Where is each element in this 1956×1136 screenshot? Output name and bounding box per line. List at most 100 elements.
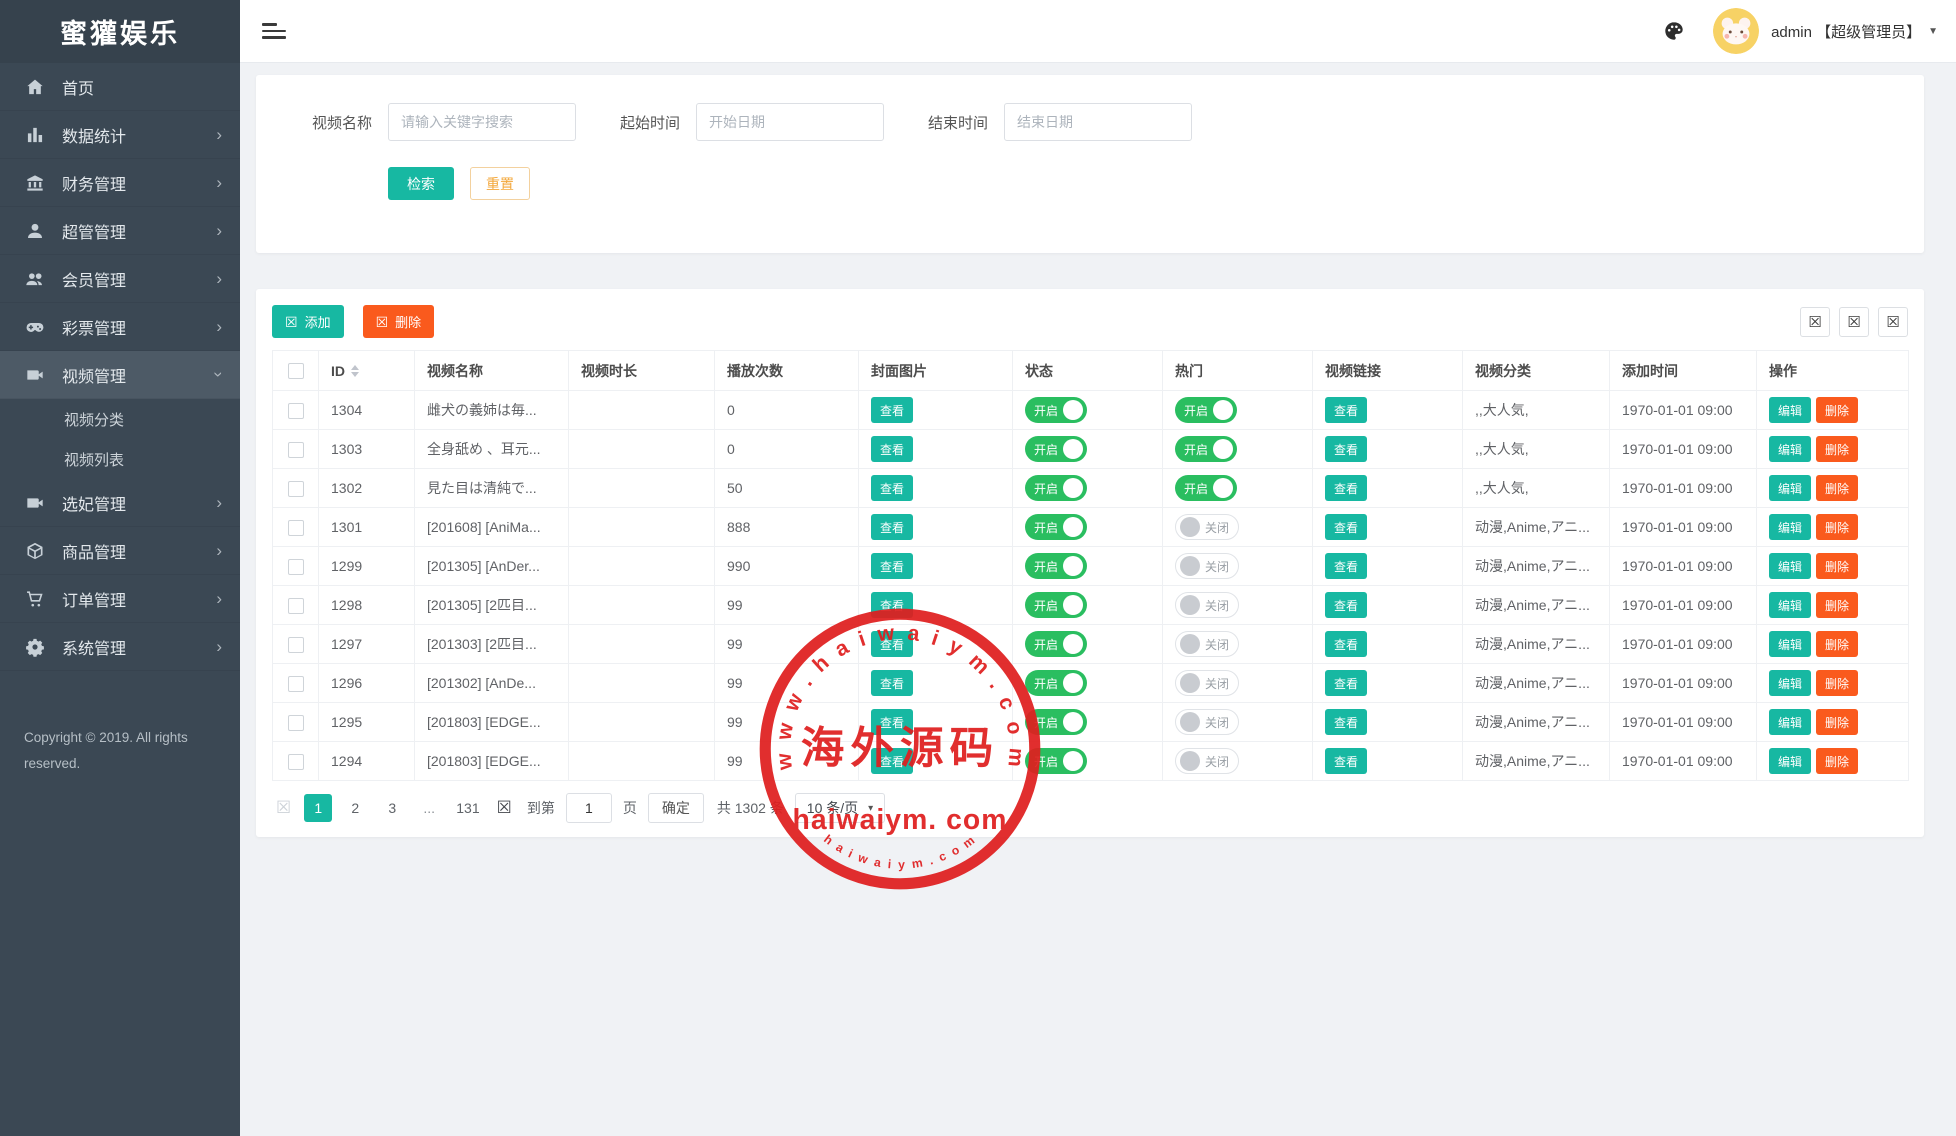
row-checkbox[interactable] (288, 598, 304, 614)
cover-view-button[interactable]: 查看 (871, 592, 913, 618)
search-button[interactable]: 检索 (388, 167, 454, 200)
edit-button[interactable]: 编辑 (1769, 631, 1811, 657)
cover-view-button[interactable]: 查看 (871, 709, 913, 735)
link-view-button[interactable]: 查看 (1325, 475, 1367, 501)
cover-view-button[interactable]: 查看 (871, 670, 913, 696)
row-checkbox[interactable] (288, 559, 304, 575)
delete-row-button[interactable]: 删除 (1816, 631, 1858, 657)
page-button-1[interactable]: 1 (304, 794, 332, 822)
row-checkbox[interactable] (288, 715, 304, 731)
row-checkbox[interactable] (288, 442, 304, 458)
toggle-off[interactable]: 关闭 (1175, 553, 1239, 579)
link-view-button[interactable]: 查看 (1325, 436, 1367, 462)
cover-view-button[interactable]: 查看 (871, 514, 913, 540)
add-button[interactable]: ☒ 添加 (272, 305, 344, 338)
reset-button[interactable]: 重置 (470, 167, 530, 200)
delete-row-button[interactable]: 删除 (1816, 514, 1858, 540)
delete-row-button[interactable]: 删除 (1816, 553, 1858, 579)
link-view-button[interactable]: 查看 (1325, 670, 1367, 696)
toggle-on[interactable]: 开启 (1025, 436, 1087, 462)
delete-row-button[interactable]: 删除 (1816, 592, 1858, 618)
cover-view-button[interactable]: 查看 (871, 436, 913, 462)
toggle-on[interactable]: 开启 (1025, 631, 1087, 657)
toggle-off[interactable]: 关闭 (1175, 592, 1239, 618)
delete-row-button[interactable]: 删除 (1816, 475, 1858, 501)
toggle-on[interactable]: 开启 (1175, 436, 1237, 462)
user-avatar[interactable] (1713, 8, 1759, 54)
edit-button[interactable]: 编辑 (1769, 748, 1811, 774)
toggle-on[interactable]: 开启 (1025, 748, 1087, 774)
confirm-page-button[interactable]: 确定 (648, 793, 704, 823)
sidebar-item-12[interactable]: 系统管理› (0, 623, 240, 671)
select-all-checkbox[interactable] (288, 363, 304, 379)
sidebar-item-0[interactable]: 首页 (0, 63, 240, 111)
sidebar-item-4[interactable]: 会员管理› (0, 255, 240, 303)
sidebar-item-9[interactable]: 选妃管理› (0, 479, 240, 527)
export-tool-icon[interactable]: ☒ (1878, 307, 1908, 337)
link-view-button[interactable]: 查看 (1325, 592, 1367, 618)
sidebar-subitem-7[interactable]: 视频分类 (0, 399, 240, 439)
toggle-off[interactable]: 关闭 (1175, 709, 1239, 735)
user-menu[interactable]: admin 【超级管理员】 (1771, 21, 1921, 42)
cover-view-button[interactable]: 查看 (871, 397, 913, 423)
sidebar-item-10[interactable]: 商品管理› (0, 527, 240, 575)
toggle-off[interactable]: 关闭 (1175, 514, 1239, 540)
sidebar-item-5[interactable]: 彩票管理› (0, 303, 240, 351)
sidebar-item-1[interactable]: 数据统计› (0, 111, 240, 159)
page-button-2[interactable]: 2 (341, 794, 369, 822)
page-button-3[interactable]: 3 (378, 794, 406, 822)
cover-view-button[interactable]: 查看 (871, 553, 913, 579)
delete-row-button[interactable]: 删除 (1816, 397, 1858, 423)
toggle-on[interactable]: 开启 (1175, 475, 1237, 501)
toggle-on[interactable]: 开启 (1025, 475, 1087, 501)
user-menu-caret-icon[interactable]: ▼ (1928, 26, 1938, 37)
cover-view-button[interactable]: 查看 (871, 475, 913, 501)
link-view-button[interactable]: 查看 (1325, 553, 1367, 579)
link-view-button[interactable]: 查看 (1325, 709, 1367, 735)
toggle-off[interactable]: 关闭 (1175, 748, 1239, 774)
filter-tool-icon[interactable]: ☒ (1839, 307, 1869, 337)
page-button-131[interactable]: 131 (452, 794, 483, 822)
batch-delete-button[interactable]: ☒ 删除 (363, 305, 435, 338)
delete-row-button[interactable]: 删除 (1816, 436, 1858, 462)
edit-button[interactable]: 编辑 (1769, 475, 1811, 501)
row-checkbox[interactable] (288, 754, 304, 770)
end-date-input[interactable] (1004, 103, 1192, 141)
menu-toggle-icon[interactable] (262, 19, 286, 44)
delete-row-button[interactable]: 删除 (1816, 748, 1858, 774)
edit-button[interactable]: 编辑 (1769, 709, 1811, 735)
edit-button[interactable]: 编辑 (1769, 436, 1811, 462)
row-checkbox[interactable] (288, 481, 304, 497)
edit-button[interactable]: 编辑 (1769, 514, 1811, 540)
edit-button[interactable]: 编辑 (1769, 670, 1811, 696)
delete-row-button[interactable]: 删除 (1816, 709, 1858, 735)
toggle-off[interactable]: 关闭 (1175, 631, 1239, 657)
delete-row-button[interactable]: 删除 (1816, 670, 1858, 696)
sidebar-item-3[interactable]: 超管管理› (0, 207, 240, 255)
video-name-input[interactable] (388, 103, 576, 141)
edit-button[interactable]: 编辑 (1769, 592, 1811, 618)
row-checkbox[interactable] (288, 676, 304, 692)
link-view-button[interactable]: 查看 (1325, 631, 1367, 657)
next-page-button[interactable]: ☒ (493, 798, 516, 818)
toggle-on[interactable]: 开启 (1025, 670, 1087, 696)
row-checkbox[interactable] (288, 403, 304, 419)
toggle-on[interactable]: 开启 (1025, 514, 1087, 540)
toggle-on[interactable]: 开启 (1025, 709, 1087, 735)
link-view-button[interactable]: 查看 (1325, 514, 1367, 540)
prev-page-button[interactable]: ☒ (272, 798, 295, 818)
toggle-off[interactable]: 关闭 (1175, 670, 1239, 696)
refresh-tool-icon[interactable]: ☒ (1800, 307, 1830, 337)
cover-view-button[interactable]: 查看 (871, 631, 913, 657)
edit-button[interactable]: 编辑 (1769, 397, 1811, 423)
sidebar-subitem-8[interactable]: 视频列表 (0, 439, 240, 479)
toggle-on[interactable]: 开启 (1025, 553, 1087, 579)
link-view-button[interactable]: 查看 (1325, 397, 1367, 423)
sidebar-item-11[interactable]: 订单管理› (0, 575, 240, 623)
goto-page-input[interactable] (566, 793, 612, 823)
page-size-select[interactable]: 10 条/页 ▾ (795, 793, 885, 823)
edit-button[interactable]: 编辑 (1769, 553, 1811, 579)
start-date-input[interactable] (696, 103, 884, 141)
theme-palette-icon[interactable] (1657, 14, 1691, 48)
row-checkbox[interactable] (288, 520, 304, 536)
